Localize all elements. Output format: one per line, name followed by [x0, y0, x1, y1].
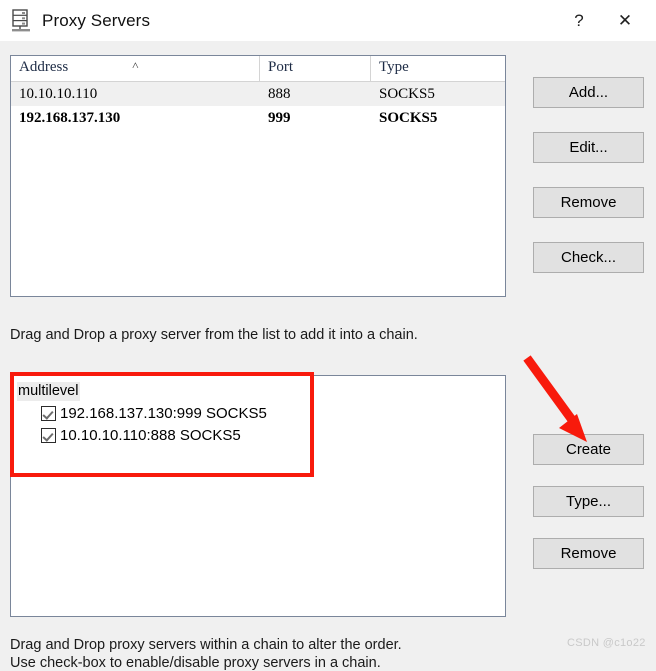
cell-type: SOCKS5 — [379, 109, 438, 126]
chain-item-checkbox[interactable] — [41, 427, 56, 443]
table-row[interactable]: 10.10.10.110 888 SOCKS5 — [11, 82, 505, 106]
column-header-address[interactable]: Address ˄ — [11, 56, 260, 81]
hint-drag-to-chain: Drag and Drop a proxy server from the li… — [10, 327, 418, 343]
help-button[interactable]: ? — [556, 0, 602, 41]
column-header-port[interactable]: Port — [260, 56, 371, 81]
sort-ascending-icon: ˄ — [132, 58, 139, 72]
cell-address: 10.10.10.110 — [19, 85, 98, 102]
chain-item-label: 10.10.10.110:888 SOCKS5 — [60, 426, 241, 444]
cell-port: 888 — [268, 85, 291, 102]
chain-item-label: 192.168.137.130:999 SOCKS5 — [60, 404, 267, 422]
remove-chain-button[interactable]: Remove — [533, 538, 644, 569]
proxy-chain-tree[interactable]: multilevel 192.168.137.130:999 SOCKS5 10… — [10, 375, 506, 617]
table-row[interactable]: 192.168.137.130 999 SOCKS5 — [11, 106, 505, 130]
hint-checkbox-enable: Use check-box to enable/disable proxy se… — [10, 655, 381, 671]
server-rack-icon — [11, 8, 33, 33]
column-header-type[interactable]: Type — [371, 56, 503, 81]
hint-drag-within-chain: Drag and Drop proxy servers within a cha… — [10, 637, 402, 653]
chain-root-row[interactable]: multilevel — [11, 382, 505, 401]
list-header-row: Address ˄ Port Type — [11, 56, 505, 82]
column-header-address-label: Address — [19, 59, 69, 75]
proxy-server-list[interactable]: Address ˄ Port Type 10.10.10.110 888 SOC… — [10, 55, 506, 297]
list-item[interactable]: 192.168.137.130:999 SOCKS5 — [41, 403, 505, 423]
chain-item-checkbox[interactable] — [41, 405, 56, 421]
title-bar: Proxy Servers ? ✕ — [0, 0, 656, 41]
chain-root-label: multilevel — [17, 382, 81, 401]
type-button[interactable]: Type... — [533, 486, 644, 517]
check-button[interactable]: Check... — [533, 242, 644, 273]
close-icon[interactable]: ✕ — [602, 0, 648, 41]
list-item[interactable]: 10.10.10.110:888 SOCKS5 — [41, 425, 505, 445]
cell-port: 999 — [268, 109, 291, 126]
edit-button[interactable]: Edit... — [533, 132, 644, 163]
add-button[interactable]: Add... — [533, 77, 644, 108]
watermark: CSDN @c1o22 — [567, 637, 646, 649]
window-title: Proxy Servers — [42, 10, 151, 30]
create-button[interactable]: Create — [533, 434, 644, 465]
cell-type: SOCKS5 — [379, 85, 435, 102]
cell-address: 192.168.137.130 — [19, 109, 121, 126]
remove-server-button[interactable]: Remove — [533, 187, 644, 218]
